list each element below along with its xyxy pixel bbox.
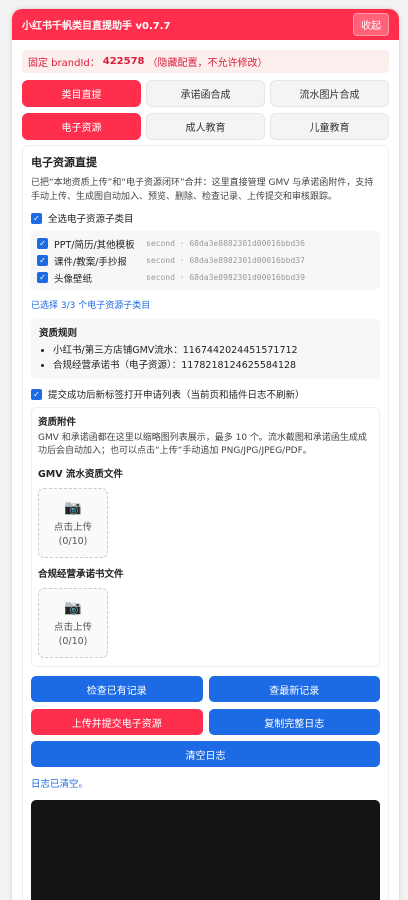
section-title: 电子资源直提 bbox=[31, 156, 97, 169]
subcategory-name: PPT/简历/其他模板 bbox=[54, 239, 135, 251]
upload-count: (0/10) bbox=[58, 635, 88, 647]
list-item[interactable]: ✓ 头像壁纸 second · 68da3e8982301d00016bbd39 bbox=[37, 269, 374, 286]
subcategory-name: 课件/教案/手抄报 bbox=[54, 256, 127, 268]
view-latest-button[interactable]: 查最新记录 bbox=[208, 676, 380, 702]
clear-log-button[interactable]: 清空日志 bbox=[31, 741, 380, 767]
panel-title: 小红书千帆类目直提助手 v0.7.7 bbox=[22, 21, 171, 32]
tab-flow-image[interactable]: 流水图片合成 bbox=[270, 80, 389, 107]
copy-log-button[interactable]: 复制完整日志 bbox=[208, 709, 380, 735]
select-all-label: 全选电子资源子类目 bbox=[48, 214, 134, 225]
attachments-section: 资质附件 GMV 和承诺函都在这里以缩略图列表展示，最多 10 个。流水截图和承… bbox=[31, 407, 380, 667]
upload-text: 点击上传 bbox=[53, 521, 92, 533]
tab-commitment-letter[interactable]: 承诺函合成 bbox=[146, 80, 265, 107]
brand-suffix: （隐藏配置，不允许修改） bbox=[147, 58, 268, 69]
brand-prefix: 固定 brandId： bbox=[28, 58, 100, 69]
commitment-file-label: 合规经营承诺书文件 bbox=[38, 569, 124, 580]
subcategory-checkbox[interactable]: ✓ bbox=[37, 272, 48, 283]
subcategory-checkbox[interactable]: ✓ bbox=[37, 255, 48, 266]
attachments-description: GMV 和承诺函都在这里以缩略图列表展示，最多 10 个。流水截图和承诺函生成成… bbox=[38, 433, 367, 456]
auto-open-label: 提交成功后新标签打开申请列表（当前页和插件日志不刷新） bbox=[48, 390, 305, 401]
auto-open-row[interactable]: ✓ 提交成功后新标签打开申请列表（当前页和插件日志不刷新） bbox=[31, 387, 380, 401]
panel-header: 小红书千帆类目直提助手 v0.7.7 收起 bbox=[12, 9, 399, 40]
tab-child-education[interactable]: 儿童教育 bbox=[270, 113, 389, 140]
secondary-tabs: 电子资源 成人教育 儿童教育 bbox=[22, 113, 389, 140]
rule-item: 小红书/第三方店铺GMV流水：1167442024451571712 bbox=[53, 343, 372, 358]
gmv-file-label: GMV 流水资质文件 bbox=[38, 469, 123, 480]
selected-count: 已选择 3/3 个电子资源子类目 bbox=[31, 301, 151, 311]
rules-list: 小红书/第三方店铺GMV流水：1167442024451571712 合规经营承… bbox=[39, 343, 372, 373]
collapse-button[interactable]: 收起 bbox=[353, 13, 389, 36]
camera-icon: 📷 bbox=[64, 599, 82, 616]
select-all-checkbox[interactable]: ✓ bbox=[31, 212, 42, 224]
attachments-label: 资质附件 bbox=[38, 417, 77, 428]
panel-body: 固定 brandId： 422578 （隐藏配置，不允许修改） 类目直提 承诺函… bbox=[12, 50, 399, 900]
qualification-rules: 资质规则 小红书/第三方店铺GMV流水：1167442024451571712 … bbox=[31, 319, 380, 379]
camera-icon: 📷 bbox=[64, 499, 82, 516]
subcategory-code: second · 68da3e8982301d00016bbd37 bbox=[146, 256, 305, 265]
tab-electronic-resources[interactable]: 电子资源 bbox=[22, 113, 141, 140]
tab-adult-education[interactable]: 成人教育 bbox=[146, 113, 265, 140]
subcategory-name: 头像壁纸 bbox=[54, 273, 93, 285]
upload-submit-button[interactable]: 上传并提交电子资源 bbox=[31, 709, 203, 735]
primary-tabs: 类目直提 承诺函合成 流水图片合成 bbox=[22, 80, 389, 107]
log-status: 日志已清空。 bbox=[31, 779, 89, 790]
log-output bbox=[31, 800, 380, 900]
upload-count: (0/10) bbox=[58, 535, 88, 547]
commitment-upload-button[interactable]: 📷 点击上传 (0/10) bbox=[38, 588, 108, 658]
upload-text: 点击上传 bbox=[53, 621, 92, 633]
list-item[interactable]: ✓ PPT/简历/其他模板 second · 68da3e8882301d000… bbox=[37, 235, 374, 252]
auto-open-checkbox[interactable]: ✓ bbox=[31, 388, 42, 400]
gmv-upload-button[interactable]: 📷 点击上传 (0/10) bbox=[38, 488, 108, 558]
electronic-resource-card: 电子资源直提 已把“本地资质上传”和“电子资源闭环”合并：这里直接管理 GMV … bbox=[22, 145, 389, 900]
brand-id-value: 422578 bbox=[102, 56, 145, 67]
rules-label: 资质规则 bbox=[39, 328, 78, 339]
section-description: 已把“本地资质上传”和“电子资源闭环”合并：这里直接管理 GMV 与承诺函附件，… bbox=[31, 178, 374, 202]
select-all-row[interactable]: ✓ 全选电子资源子类目 bbox=[31, 211, 380, 225]
action-row-1: 检查已有记录 查最新记录 bbox=[31, 676, 380, 702]
helper-panel: 小红书千帆类目直提助手 v0.7.7 收起 固定 brandId： 422578… bbox=[12, 9, 399, 900]
list-item[interactable]: ✓ 课件/教案/手抄报 second · 68da3e8982301d00016… bbox=[37, 252, 374, 269]
tab-category-submit[interactable]: 类目直提 bbox=[22, 80, 141, 107]
subcategory-checkbox[interactable]: ✓ bbox=[37, 238, 48, 249]
rule-item: 合规经营承诺书（电子资源）：1178218124625584128 bbox=[53, 358, 372, 373]
subcategory-code: second · 68da3e8882301d00016bbd36 bbox=[146, 239, 305, 248]
subcategory-list: ✓ PPT/简历/其他模板 second · 68da3e8882301d000… bbox=[31, 231, 380, 290]
brand-id-notice: 固定 brandId： 422578 （隐藏配置，不允许修改） bbox=[22, 50, 389, 73]
subcategory-code: second · 68da3e8982301d00016bbd39 bbox=[146, 273, 305, 282]
check-records-button[interactable]: 检查已有记录 bbox=[31, 676, 203, 702]
action-row-2: 上传并提交电子资源 复制完整日志 bbox=[31, 709, 380, 735]
